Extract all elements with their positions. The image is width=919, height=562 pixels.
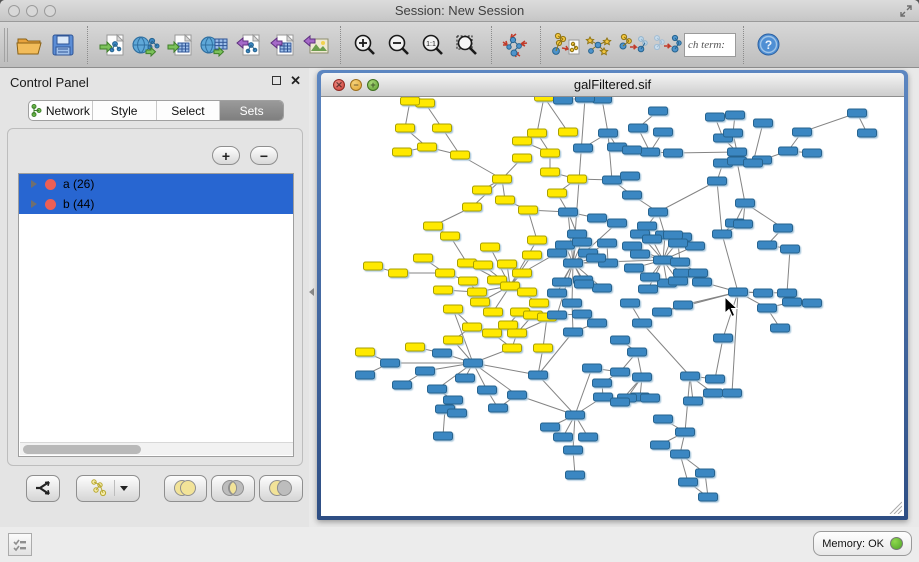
memory-status-button[interactable]: Memory: OK: [813, 531, 912, 556]
tab-network[interactable]: Network: [29, 101, 93, 120]
create-set-icon: [87, 479, 109, 497]
task-list-icon: [13, 538, 27, 552]
network-tab-icon: [31, 104, 42, 117]
network-canvas[interactable]: [321, 97, 904, 516]
toolbar-grip[interactable]: [4, 28, 8, 62]
zoom-actual-size-icon[interactable]: 1:1: [416, 27, 450, 63]
mouse-cursor: [724, 297, 738, 318]
hide-selected-icon[interactable]: [616, 27, 650, 63]
close-panel-icon[interactable]: ✕: [290, 73, 301, 89]
memory-label: Memory: OK: [822, 538, 884, 550]
remove-set-label: −: [260, 149, 268, 163]
export-image-icon[interactable]: [299, 27, 333, 63]
control-panel-header: Control Panel ✕: [0, 68, 309, 96]
split-icon: [34, 479, 52, 497]
add-set-button[interactable]: +: [212, 146, 240, 165]
network-window-titlebar[interactable]: ✕ − + galFiltered.sif: [321, 73, 904, 97]
control-panel-title: Control Panel: [10, 75, 89, 90]
open-session-icon[interactable]: [12, 27, 46, 63]
sets-action-bar: [7, 466, 303, 510]
zoom-in-icon[interactable]: [348, 27, 382, 63]
import-table-url-icon[interactable]: [197, 27, 231, 63]
control-panel: Control Panel ✕ Network Style Select Set…: [0, 68, 309, 527]
export-table-icon[interactable]: [265, 27, 299, 63]
tab-sets[interactable]: Sets: [220, 101, 283, 120]
intersection-icon: [220, 479, 246, 497]
expander-icon[interactable]: [31, 200, 37, 208]
search-input[interactable]: [684, 33, 736, 57]
help-icon[interactable]: ?: [751, 27, 785, 63]
union-icon: [172, 479, 198, 497]
toolbar-separator: [340, 26, 341, 64]
horizontal-scrollbar[interactable]: [20, 442, 294, 455]
split-sets-button[interactable]: [26, 475, 60, 502]
tab-select[interactable]: Select: [157, 101, 221, 120]
expander-icon[interactable]: [31, 180, 37, 188]
svg-text:1:1: 1:1: [426, 41, 436, 48]
tab-label: Sets: [240, 104, 264, 118]
create-set-menu-button[interactable]: [76, 475, 140, 502]
main-toolbar: 1:1 ?: [0, 22, 919, 68]
set-color-dot: [45, 179, 56, 190]
set-row-b[interactable]: b (44): [19, 194, 293, 214]
difference-sets-button[interactable]: [259, 475, 303, 502]
status-bar: Memory: OK: [0, 527, 919, 562]
float-panel-icon[interactable]: [272, 76, 281, 85]
tab-label: Select: [171, 104, 204, 118]
save-session-icon[interactable]: [46, 27, 80, 63]
toolbar-separator: [743, 26, 744, 64]
show-all-icon[interactable]: [650, 27, 684, 63]
add-set-label: +: [222, 149, 230, 163]
import-table-file-icon[interactable]: [163, 27, 197, 63]
set-label: a (26): [63, 177, 94, 191]
new-network-from-selection-icon[interactable]: [548, 27, 582, 63]
zoom-selected-icon[interactable]: [450, 27, 484, 63]
set-color-dot: [45, 199, 56, 210]
toolbar-separator: [87, 26, 88, 64]
tab-style[interactable]: Style: [93, 101, 157, 120]
network-window-title: galFiltered.sif: [321, 77, 904, 92]
sets-panel: + − a (26) b (44): [7, 128, 303, 466]
sets-list: a (26) b (44): [18, 173, 294, 457]
collapse-divider-icon[interactable]: [309, 288, 314, 296]
apply-layout-icon[interactable]: [499, 27, 533, 63]
toolbar-separator: [491, 26, 492, 64]
scrollbar-thumb[interactable]: [23, 445, 141, 454]
tab-label: Style: [111, 104, 138, 118]
zoom-out-icon[interactable]: [382, 27, 416, 63]
application-window: Session: New Session: [0, 0, 919, 562]
tab-label: Network: [46, 104, 90, 118]
resize-grip-icon[interactable]: [887, 499, 902, 514]
toolbar-separator: [540, 26, 541, 64]
set-label: b (44): [63, 197, 94, 211]
set-row-a[interactable]: a (26): [19, 174, 293, 194]
difference-icon: [268, 479, 294, 497]
window-titlebar: Session: New Session: [0, 0, 919, 22]
svg-text:?: ?: [764, 38, 771, 52]
window-title: Session: New Session: [0, 3, 919, 18]
network-window[interactable]: ✕ − + galFiltered.sif: [317, 70, 908, 520]
task-history-button[interactable]: [8, 533, 32, 556]
union-sets-button[interactable]: [164, 475, 208, 502]
fullscreen-icon[interactable]: [899, 4, 913, 18]
control-panel-tabs: Network Style Select Sets: [28, 100, 284, 121]
network-desktop: ✕ − + galFiltered.sif: [309, 68, 919, 527]
import-network-url-icon[interactable]: [129, 27, 163, 63]
first-neighbors-icon[interactable]: [582, 27, 616, 63]
remove-set-button[interactable]: −: [250, 146, 278, 165]
intersection-sets-button[interactable]: [211, 475, 255, 502]
import-network-file-icon[interactable]: [95, 27, 129, 63]
dropdown-arrow-icon: [120, 486, 128, 491]
memory-ok-led: [890, 537, 903, 550]
export-network-icon[interactable]: [231, 27, 265, 63]
